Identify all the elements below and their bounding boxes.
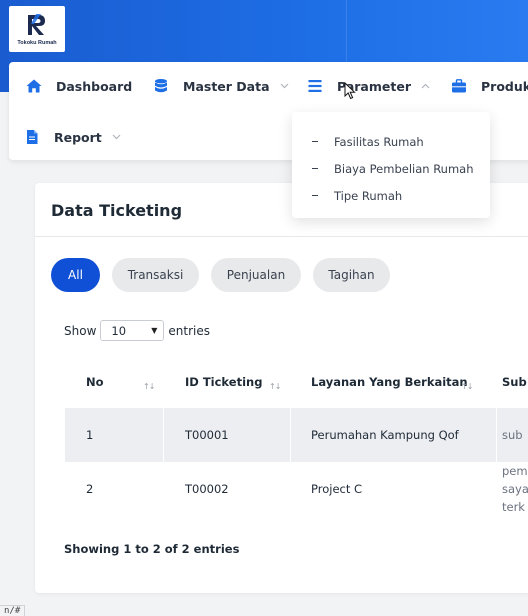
sort-icon[interactable]: ↑↓ xyxy=(461,382,473,391)
mouse-cursor-icon xyxy=(344,82,356,100)
nav-parameter[interactable]: Parameter xyxy=(307,78,430,94)
cell-no: 1 xyxy=(86,428,94,442)
data-ticketing-card: Data Ticketing All Transaksi Penjualan T… xyxy=(35,183,528,593)
dash-icon xyxy=(312,141,318,142)
menu-item-fasilitas-rumah[interactable]: Fasilitas Rumah xyxy=(292,128,490,155)
chevron-down-icon xyxy=(280,83,288,89)
nav-produk[interactable]: Produk xyxy=(451,78,528,94)
nav-produk-label: Produk xyxy=(481,78,528,94)
nav-dashboard-label: Dashboard xyxy=(56,78,133,94)
menu-item-tipe-rumah[interactable]: Tipe Rumah xyxy=(292,182,490,209)
select-arrow-icon: ▼ xyxy=(151,326,158,335)
chevron-down-icon xyxy=(112,134,121,140)
parameter-dropdown-menu: Fasilitas Rumah Biaya Pembelian Rumah Ti… xyxy=(292,112,490,218)
column-header-layanan[interactable]: Layanan Yang Berkaitan xyxy=(311,375,468,389)
sort-icon[interactable]: ↑↓ xyxy=(269,382,281,391)
logo-mark-icon xyxy=(28,14,45,35)
cell-sub-line: terk xyxy=(502,500,525,514)
brand-logo[interactable]: Tokoku Rumah xyxy=(9,6,65,52)
file-icon xyxy=(27,130,38,144)
column-header-id-ticketing[interactable]: ID Ticketing xyxy=(185,375,262,389)
menu-item-label: Biaya Pembelian Rumah xyxy=(334,161,474,176)
nav-dashboard[interactable]: Dashboard xyxy=(26,78,132,94)
cell-id-ticketing: T00001 xyxy=(185,428,229,442)
cell-id-ticketing: T00002 xyxy=(185,482,229,496)
cell-divider xyxy=(163,408,164,462)
card-divider xyxy=(35,236,528,237)
show-label: Show xyxy=(64,323,97,338)
column-header-sub[interactable]: Sub xyxy=(502,375,527,389)
table-info: Showing 1 to 2 of 2 entries xyxy=(64,542,240,556)
dash-icon xyxy=(312,195,318,196)
cell-no: 2 xyxy=(86,482,94,496)
entries-length-control: Show 10 ▼ entries xyxy=(64,320,210,341)
nav-master-data-label: Master Data xyxy=(183,78,270,94)
menu-item-biaya-pembelian-rumah[interactable]: Biaya Pembelian Rumah xyxy=(292,155,490,182)
cell-divider xyxy=(496,408,497,462)
nav-report-label: Report xyxy=(54,129,102,145)
card-title: Data Ticketing xyxy=(51,201,183,220)
cell-sub: sub xyxy=(502,428,523,442)
cell-layanan: Perumahan Kampung Qof xyxy=(311,428,459,442)
filter-all[interactable]: All xyxy=(51,258,100,292)
entries-select-value: 10 xyxy=(111,323,127,338)
list-icon xyxy=(308,80,322,92)
sort-icon[interactable]: ↑↓ xyxy=(143,382,155,391)
home-icon xyxy=(26,79,42,93)
menu-item-label: Tipe Rumah xyxy=(334,188,403,203)
menu-item-label: Fasilitas Rumah xyxy=(334,134,424,149)
cell-layanan: Project C xyxy=(311,482,363,496)
logo-text: Tokoku Rumah xyxy=(17,40,57,46)
chevron-up-icon xyxy=(421,83,430,89)
entries-select[interactable]: 10 ▼ xyxy=(100,320,165,341)
cell-sub-line: saya xyxy=(502,482,528,496)
cell-sub-line: pem xyxy=(502,464,528,478)
cell-divider xyxy=(290,408,291,462)
status-url: n/# xyxy=(0,605,26,616)
briefcase-icon xyxy=(452,79,466,93)
filter-penjualan[interactable]: Penjualan xyxy=(211,258,301,292)
dash-icon xyxy=(312,168,318,169)
database-icon xyxy=(155,79,167,93)
filter-transaksi[interactable]: Transaksi xyxy=(112,258,199,292)
filter-tagihan[interactable]: Tagihan xyxy=(313,258,390,292)
nav-master-data[interactable]: Master Data xyxy=(153,78,289,94)
entries-label: entries xyxy=(168,323,210,338)
nav-report[interactable]: Report xyxy=(24,129,121,145)
column-header-no[interactable]: No xyxy=(86,375,104,389)
